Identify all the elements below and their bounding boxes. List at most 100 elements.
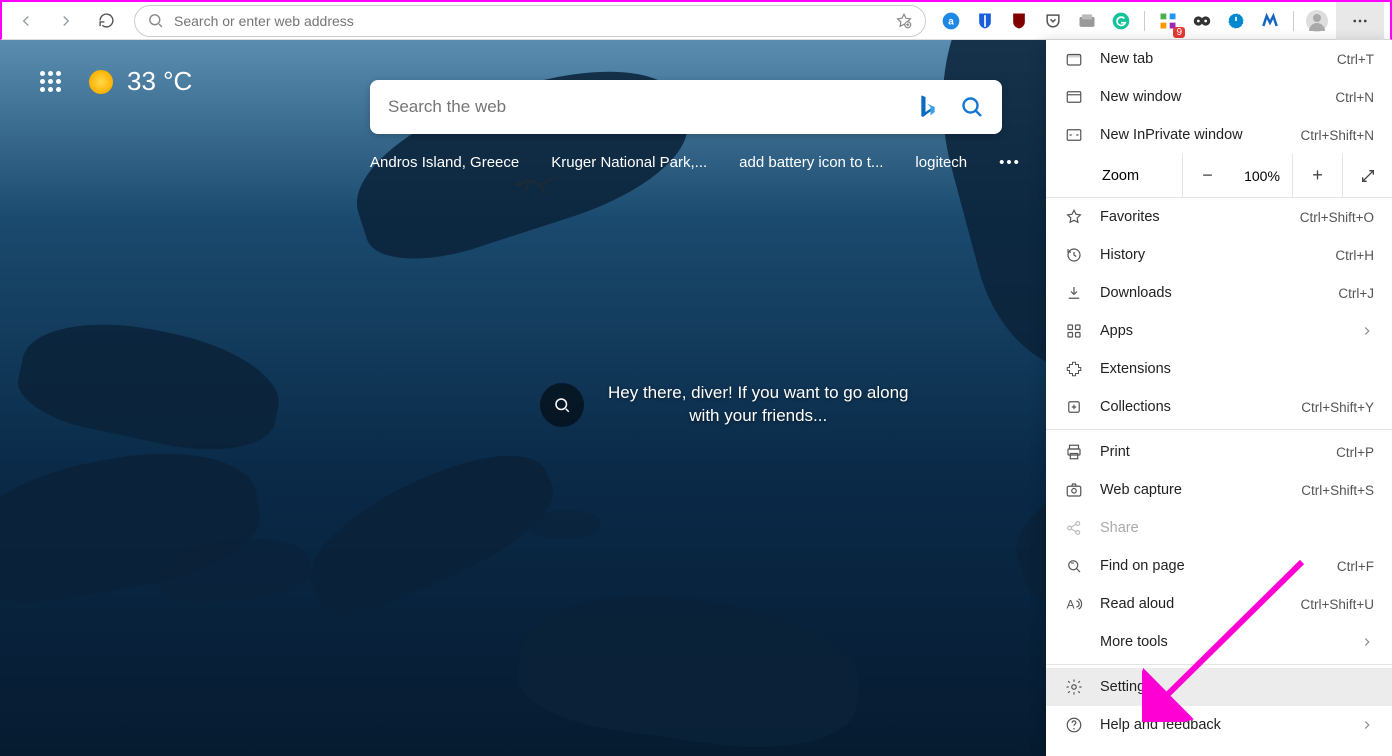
menu-shortcut: Ctrl+Shift+O <box>1300 210 1374 225</box>
menu-item-find-on-page[interactable]: Find on page Ctrl+F <box>1046 547 1392 585</box>
menu-item-label: Help and feedback <box>1100 717 1344 733</box>
favorite-icon[interactable] <box>895 12 913 30</box>
more-icon <box>1064 633 1084 651</box>
read-icon: A <box>1064 595 1084 613</box>
menu-item-extensions[interactable]: Extensions <box>1046 350 1392 388</box>
suggestion-more[interactable]: ••• <box>999 154 1021 171</box>
menu-item-history[interactable]: History Ctrl+H <box>1046 236 1392 274</box>
menu-item-downloads[interactable]: Downloads Ctrl+J <box>1046 274 1392 312</box>
menu-item-read-aloud[interactable]: A Read aloud Ctrl+Shift+U <box>1046 585 1392 623</box>
browser-toolbar: a 9 <box>0 0 1392 40</box>
menu-item-label: Extensions <box>1100 361 1374 377</box>
help-icon <box>1064 716 1084 734</box>
web-search-box[interactable] <box>370 80 1002 134</box>
suggestion-link[interactable]: Kruger National Park,... <box>551 154 707 171</box>
zoom-in-button[interactable]: + <box>1292 154 1342 198</box>
image-caption[interactable]: Hey there, diver! If you want to go alon… <box>540 382 909 428</box>
menu-item-label: Settings <box>1100 679 1374 695</box>
suggestion-link[interactable]: add battery icon to t... <box>739 154 883 171</box>
suggestion-link[interactable]: Andros Island, Greece <box>370 154 519 171</box>
extension-security-icon[interactable] <box>1221 6 1251 36</box>
extension-amazon-icon[interactable]: a <box>936 6 966 36</box>
web-search-input[interactable] <box>388 97 918 117</box>
temperature-label: 33 °C <box>127 66 192 97</box>
more-menu-button[interactable] <box>1336 2 1384 40</box>
arrow-left-icon <box>17 12 35 30</box>
menu-item-new-tab[interactable]: New tab Ctrl+T <box>1046 40 1392 78</box>
suggestion-link[interactable]: logitech <box>915 154 967 171</box>
menu-item-more-tools[interactable]: More tools <box>1046 623 1392 661</box>
download-icon <box>1064 284 1084 302</box>
menu-item-help-and-feedback[interactable]: Help and feedback <box>1046 706 1392 744</box>
menu-item-apps[interactable]: Apps <box>1046 312 1392 350</box>
extension-grammarly-icon[interactable] <box>1106 6 1136 36</box>
window-icon <box>1064 88 1084 106</box>
capture-icon <box>1064 481 1084 499</box>
menu-shortcut: Ctrl+Shift+U <box>1300 597 1374 612</box>
extension-generic-icon[interactable] <box>1072 6 1102 36</box>
extension-badge: 9 <box>1173 27 1185 38</box>
settings-icon <box>1064 678 1084 696</box>
zoom-out-button[interactable]: − <box>1182 154 1232 198</box>
bing-icon <box>918 93 938 121</box>
toolbar-separator <box>1293 11 1294 31</box>
refresh-button[interactable] <box>88 5 124 37</box>
search-suggestions: Andros Island, Greece Kruger National Pa… <box>370 154 1021 171</box>
menu-item-label: Collections <box>1100 399 1285 415</box>
zoom-value: 100% <box>1232 168 1292 184</box>
menu-item-web-capture[interactable]: Web capture Ctrl+Shift+S <box>1046 471 1392 509</box>
menu-item-print[interactable]: Print Ctrl+P <box>1046 433 1392 471</box>
extension-pocket-icon[interactable] <box>1038 6 1068 36</box>
menu-item-new-inprivate-window[interactable]: New InPrivate window Ctrl+Shift+N <box>1046 116 1392 154</box>
menu-item-settings[interactable]: Settings <box>1046 668 1392 706</box>
menu-item-label: Print <box>1100 444 1320 460</box>
svg-text:A: A <box>1067 598 1075 612</box>
find-icon <box>1064 557 1084 575</box>
chevron-right-icon <box>1360 635 1374 649</box>
search-submit-icon[interactable] <box>960 95 984 119</box>
weather-widget[interactable]: 33 °C <box>89 66 192 97</box>
refresh-icon <box>98 12 115 29</box>
menu-shortcut: Ctrl+J <box>1338 286 1374 301</box>
extension-bitwarden-icon[interactable] <box>970 6 1000 36</box>
tab-icon <box>1064 50 1084 68</box>
menu-item-new-window[interactable]: New window Ctrl+N <box>1046 78 1392 116</box>
zoom-label: Zoom <box>1046 168 1182 184</box>
menu-item-label: Apps <box>1100 323 1344 339</box>
extension-ublock-icon[interactable] <box>1004 6 1034 36</box>
menu-shortcut: Ctrl+F <box>1337 559 1374 574</box>
extension-privacy-icon[interactable] <box>1187 6 1217 36</box>
menu-shortcut: Ctrl+H <box>1335 248 1374 263</box>
extension-malwarebytes-icon[interactable] <box>1255 6 1285 36</box>
extension-apps-icon[interactable]: 9 <box>1153 6 1183 36</box>
menu-shortcut: Ctrl+N <box>1335 90 1374 105</box>
address-bar[interactable] <box>134 5 926 37</box>
page-settings-button[interactable] <box>40 71 61 92</box>
arrow-right-icon <box>57 12 75 30</box>
chevron-right-icon <box>1360 324 1374 338</box>
menu-item-favorites[interactable]: Favorites Ctrl+Shift+O <box>1046 198 1392 236</box>
zoom-row: Zoom − 100% + <box>1046 154 1392 198</box>
back-button[interactable] <box>8 5 44 37</box>
menu-item-label: Find on page <box>1100 558 1321 574</box>
menu-item-label: Web capture <box>1100 482 1285 498</box>
fullscreen-button[interactable] <box>1342 154 1392 198</box>
menu-item-label: New InPrivate window <box>1100 127 1284 143</box>
caption-search-icon <box>540 383 584 427</box>
svg-text:a: a <box>948 16 954 27</box>
history-icon <box>1064 246 1084 264</box>
menu-item-label: New window <box>1100 89 1319 105</box>
menu-item-label: Share <box>1100 520 1374 536</box>
toolbar-separator <box>1144 11 1145 31</box>
menu-item-label: More tools <box>1100 634 1344 650</box>
menu-shortcut: Ctrl+Shift+S <box>1301 483 1374 498</box>
inprivate-icon <box>1064 126 1084 144</box>
menu-item-label: History <box>1100 247 1319 263</box>
profile-button[interactable] <box>1302 6 1332 36</box>
menu-item-collections[interactable]: Collections Ctrl+Shift+Y <box>1046 388 1392 426</box>
apps-icon <box>1064 322 1084 340</box>
menu-shortcut: Ctrl+P <box>1336 445 1374 460</box>
settings-menu: New tab Ctrl+T New window Ctrl+N New InP… <box>1046 40 1392 756</box>
address-input[interactable] <box>174 13 895 29</box>
forward-button[interactable] <box>48 5 84 37</box>
